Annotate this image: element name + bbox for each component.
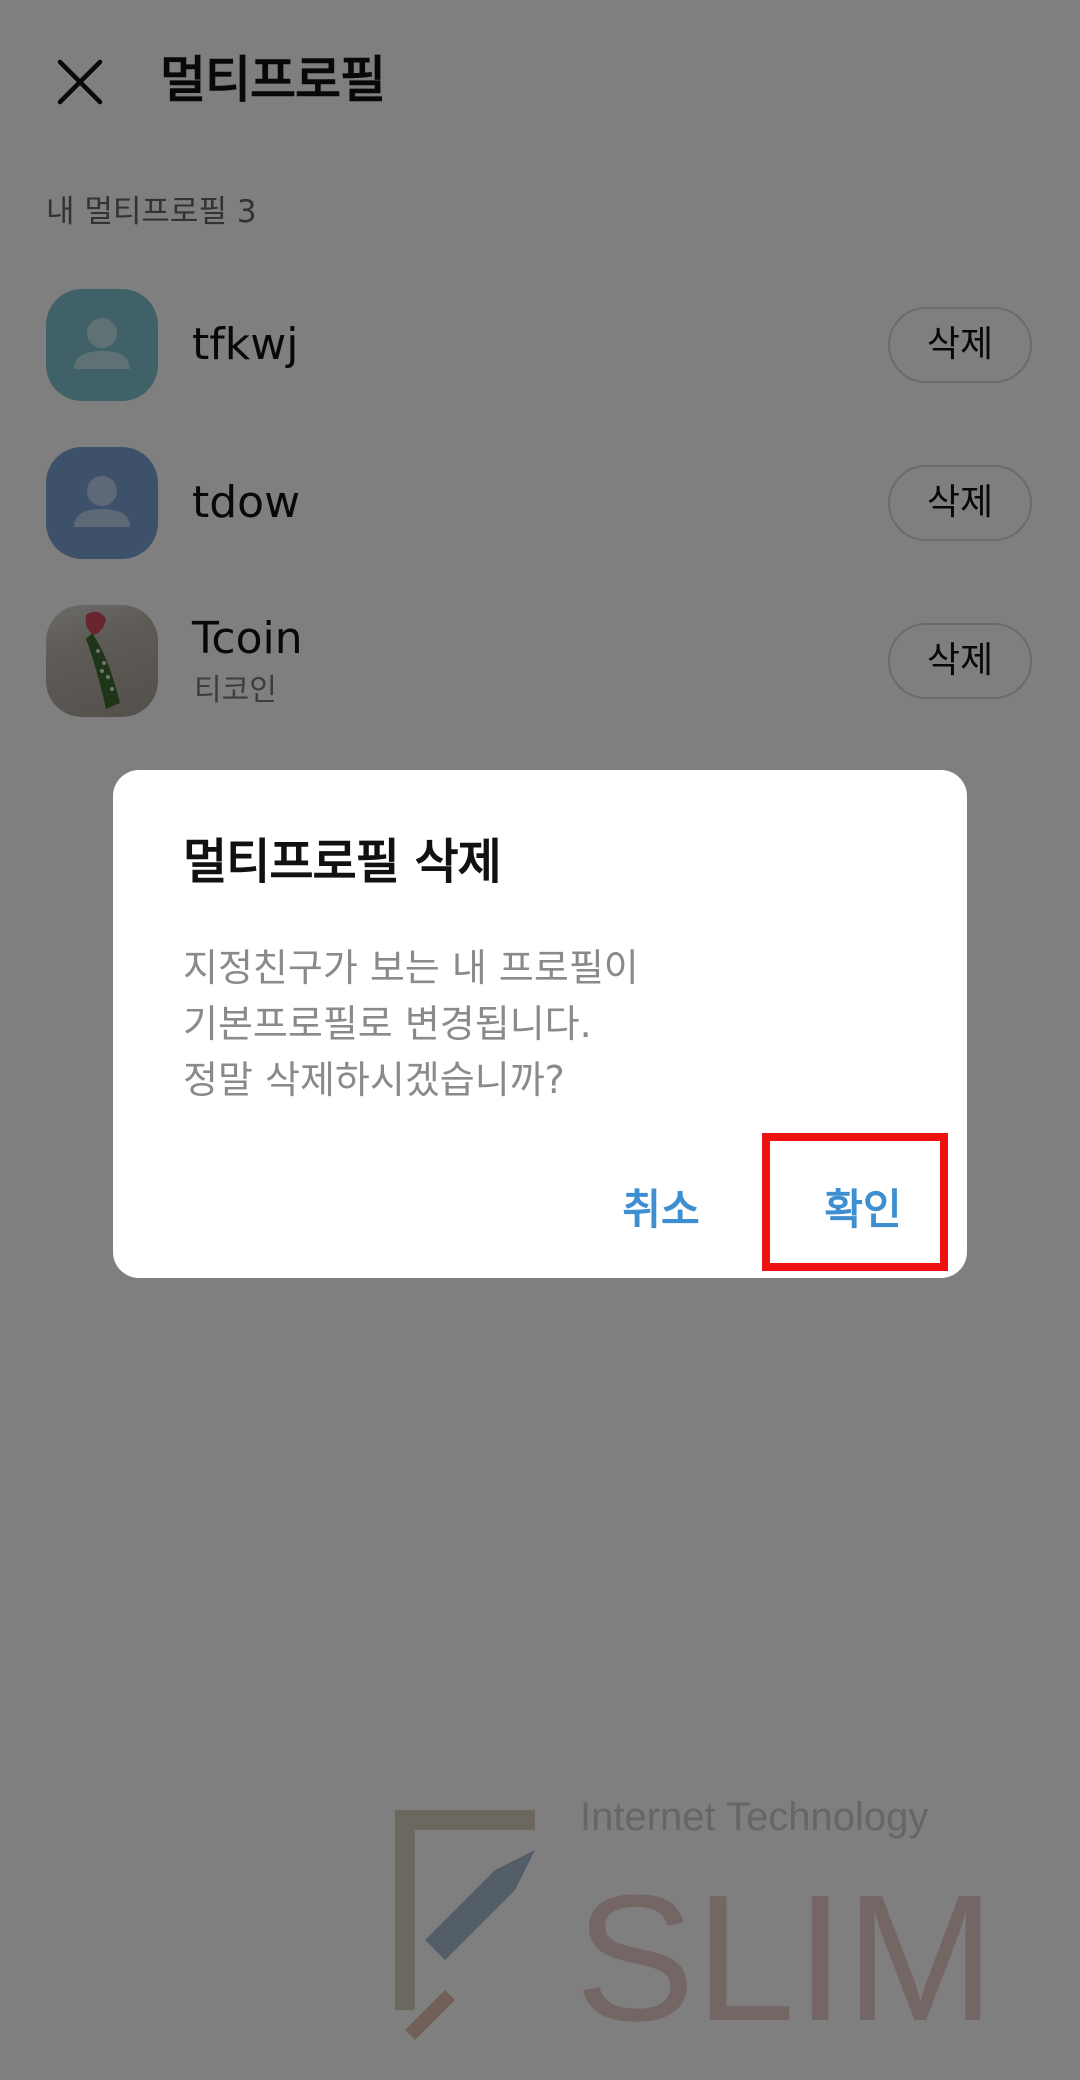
dialog-title: 멀티프로필 삭제 [183, 834, 502, 890]
cancel-button[interactable]: 취소 [591, 1170, 731, 1250]
dialog-message-line: 정말 삭제하시겠습니까? [183, 1058, 565, 1102]
multi-profile-screen: 멀티프로필 내 멀티프로필 3 tfkwj 삭제 tdow 삭제 [0, 0, 1080, 2080]
dialog-message-line: 지정친구가 보는 내 프로필이 [183, 946, 639, 990]
confirm-highlight-box [762, 1133, 948, 1271]
dialog-message-line: 기본프로필로 변경됩니다. [183, 1002, 592, 1046]
dialog-message: 지정친구가 보는 내 프로필이 기본프로필로 변경됩니다. 정말 삭제하시겠습니… [183, 940, 903, 1108]
